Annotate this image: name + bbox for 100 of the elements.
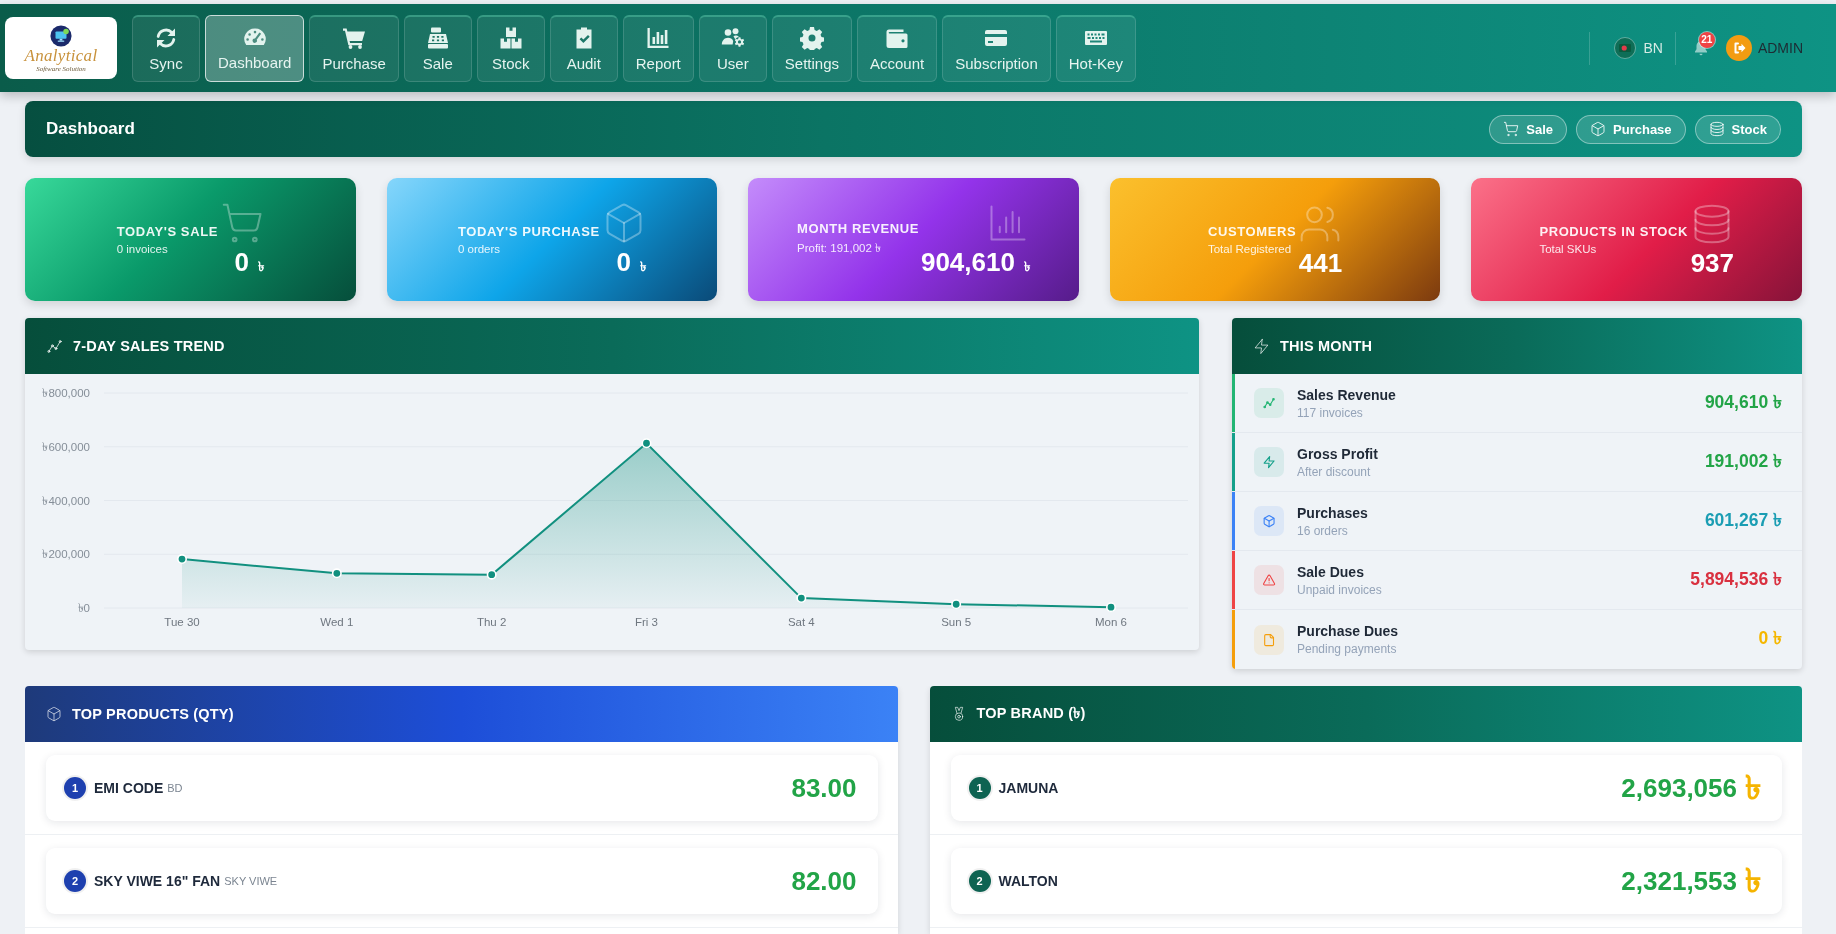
panel-title: 7-DAY SALES TREND xyxy=(73,338,225,354)
stat-value: 441 xyxy=(1298,247,1343,278)
stat-subtitle: 0 orders xyxy=(457,243,501,255)
stat-label: CUSTOMERS xyxy=(1207,224,1297,239)
brand-name: WALTON xyxy=(998,873,1058,889)
nav-button[interactable]: Report xyxy=(622,14,694,82)
data-point xyxy=(641,438,652,449)
y-axis-label: ৳800,000 xyxy=(42,387,90,399)
product-name: SKY VIWE 16" FAN xyxy=(94,873,221,889)
nav-button[interactable]: Purchase xyxy=(309,14,399,82)
nav-button[interactable]: Account xyxy=(857,14,938,82)
data-point xyxy=(951,599,962,610)
stat-subtitle: Total Registered xyxy=(1207,243,1292,255)
quantity-value: 83.00 xyxy=(791,772,857,804)
nav-button[interactable]: User xyxy=(698,14,767,82)
users-gear-icon xyxy=(720,25,745,50)
rank-badge: 1 xyxy=(64,777,86,799)
cash-register-icon xyxy=(425,25,450,50)
currency-symbol: ৳ xyxy=(1745,864,1761,898)
stat-label: TODAY'S PURCHASE xyxy=(457,224,600,239)
x-axis-label: Sun 5 xyxy=(941,616,972,628)
summary-value: 0 ৳ xyxy=(1758,627,1782,650)
data-point xyxy=(177,554,187,565)
nav-button[interactable]: Stock xyxy=(476,14,545,82)
box-icon xyxy=(1254,506,1284,536)
summary-title: Purchases xyxy=(1297,504,1368,521)
cart-icon xyxy=(1503,121,1520,137)
y-axis-label: ৳400,000 xyxy=(42,494,90,507)
stat-value: 0 xyxy=(616,247,631,277)
panel-title: TOP PRODUCTS (QTY) xyxy=(72,706,234,722)
boxes-icon xyxy=(498,25,523,50)
quantity-value: 82.00 xyxy=(791,865,857,897)
summary-value: 601,267 ৳ xyxy=(1704,508,1782,532)
database-icon xyxy=(1708,121,1725,137)
nav-button[interactable]: Audit xyxy=(549,14,618,82)
summary-subtitle: Pending payments xyxy=(1297,642,1398,656)
stat-label: PRODUCTS IN STOCK xyxy=(1539,224,1688,239)
gear-icon xyxy=(799,25,824,50)
x-axis-label: Sat 4 xyxy=(787,616,815,628)
logout-icon xyxy=(1725,35,1752,61)
flag-icon xyxy=(1614,37,1637,59)
summary-subtitle: After discount xyxy=(1297,464,1372,479)
lightning-icon xyxy=(1253,337,1270,355)
lightning-icon xyxy=(1254,447,1284,477)
currency-symbol: ৳ xyxy=(1023,258,1030,276)
summary-title: Sales Revenue xyxy=(1297,386,1396,403)
user-menu-button[interactable]: ADMIN xyxy=(1725,35,1803,61)
nav-button[interactable]: Sale xyxy=(403,14,472,82)
stat-value: 904,610 xyxy=(920,247,1015,277)
sales-amount: 2,321,553 xyxy=(1621,865,1737,897)
nav-button[interactable]: Settings xyxy=(771,14,852,82)
box-icon xyxy=(1590,121,1607,137)
stat-subtitle: 0 invoices xyxy=(116,243,168,255)
y-axis-label: ৳200,000 xyxy=(42,548,90,561)
y-axis-label: ৳0 xyxy=(77,602,90,614)
notification-button[interactable]: 21 xyxy=(1689,35,1712,61)
summary-title: Sale Dues xyxy=(1297,563,1365,580)
nav-button[interactable]: Hot-Key xyxy=(1055,14,1136,82)
bar-chart-icon xyxy=(646,25,671,50)
panel-title: TOP BRAND (৳) xyxy=(976,704,1086,723)
language-button[interactable]: BN xyxy=(1614,37,1663,59)
nav-button[interactable]: Subscription xyxy=(942,14,1051,82)
nav-button[interactable]: Dashboard xyxy=(205,14,305,82)
nav-button[interactable]: Sync xyxy=(132,14,200,82)
x-axis-label: Mon 6 xyxy=(1095,616,1127,628)
quick-action-button[interactable]: Stock xyxy=(1694,114,1781,144)
currency-symbol: ৳ xyxy=(639,258,646,276)
summary-subtitle: 117 invoices xyxy=(1297,405,1364,420)
quick-action-button[interactable]: Sale xyxy=(1489,114,1568,144)
monitor-icon xyxy=(50,25,72,47)
rank-badge: 1 xyxy=(968,777,991,799)
data-point xyxy=(331,568,342,579)
trend-line-icon xyxy=(46,337,63,355)
sales-amount: 2,693,056 xyxy=(1621,772,1737,804)
data-point xyxy=(1106,602,1116,613)
x-axis-label: Tue 30 xyxy=(164,616,200,628)
stat-subtitle: Total SKUs xyxy=(1539,243,1597,255)
summary-subtitle: Unpaid invoices xyxy=(1297,582,1382,597)
warning-icon xyxy=(1254,565,1284,595)
brand-label: SKY VIWE xyxy=(224,875,278,887)
summary-value: 5,894,536 ৳ xyxy=(1690,567,1782,591)
x-axis-label: Thu 2 xyxy=(476,616,507,628)
summary-subtitle: 16 orders xyxy=(1297,523,1349,538)
document-icon xyxy=(1254,624,1284,655)
quick-action-button[interactable]: Purchase xyxy=(1576,114,1686,144)
x-axis-label: Fri 3 xyxy=(635,616,658,628)
stat-label: TODAY'S SALE xyxy=(116,224,218,239)
summary-value: 904,610 ৳ xyxy=(1704,390,1782,414)
data-point xyxy=(796,593,807,604)
summary-title: Purchase Dues xyxy=(1297,623,1399,639)
product-name: EMI CODE xyxy=(94,780,164,796)
stat-subtitle: Profit: 191,002 ৳ xyxy=(797,240,882,256)
rank-badge: 2 xyxy=(968,870,991,892)
brand-label: BD xyxy=(167,782,183,794)
rank-badge: 2 xyxy=(64,870,86,892)
box-icon xyxy=(46,706,62,722)
currency-symbol: ৳ xyxy=(1745,771,1761,805)
currency-symbol: ৳ xyxy=(257,258,264,276)
stat-value: 937 xyxy=(1690,247,1734,278)
stat-value: 0 xyxy=(234,247,249,277)
